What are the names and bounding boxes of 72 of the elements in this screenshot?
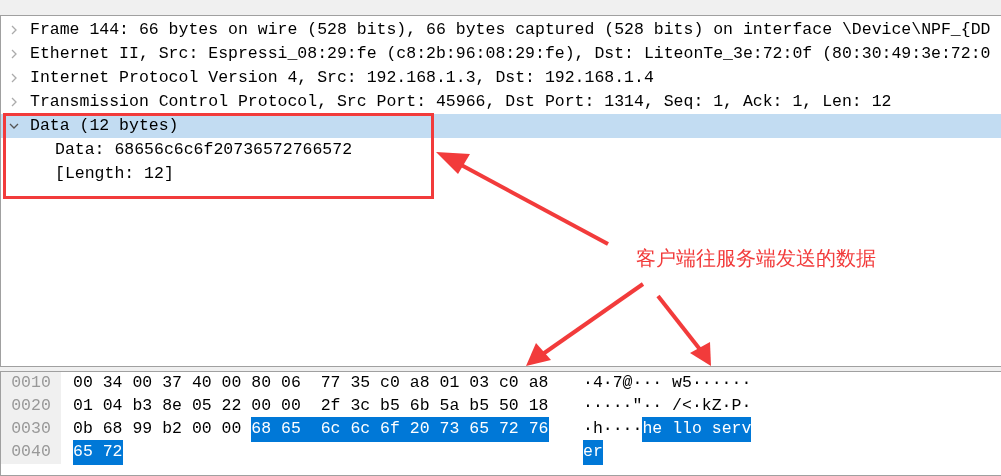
hex-byte[interactable]: 80 <box>251 371 272 396</box>
hex-byte[interactable]: 65 <box>73 440 103 465</box>
tree-label: Transmission Control Protocol, Src Port: 45966, Dst Port: 1314, Seq: 1, Ack: 1, Len: 12 <box>30 90 892 113</box>
hex-byte[interactable]: b5 <box>469 394 490 419</box>
hex-byte[interactable]: 65 <box>469 417 499 442</box>
hex-byte[interactable]: 99 <box>132 417 153 442</box>
tree-row[interactable]: Internet Protocol Version 4, Src: 192.168.1.3, Dst: 192.168.1.4 <box>1 66 1001 90</box>
hex-byte[interactable]: 6c <box>320 417 351 442</box>
tree-label: [Length: 12] <box>55 162 174 185</box>
hex-byte[interactable]: 20 <box>409 417 440 442</box>
hex-byte[interactable]: a8 <box>528 371 549 396</box>
hex-byte[interactable]: b3 <box>132 394 153 419</box>
hex-byte[interactable]: 6b <box>409 394 430 419</box>
annotation-label: 客户端往服务端发送的数据 <box>636 245 876 272</box>
hex-byte[interactable]: 68 <box>251 417 282 442</box>
offset-label: 0020 <box>11 395 51 418</box>
tree-label: Data (12 bytes) <box>30 114 179 137</box>
hex-byte[interactable]: 76 <box>528 417 549 442</box>
hex-byte[interactable]: 72 <box>102 440 123 465</box>
hex-byte[interactable]: c0 <box>498 371 519 396</box>
tree-label: Internet Protocol Version 4, Src: 192.168.1.3, Dst: 192.168.1.4 <box>30 66 654 89</box>
hex-byte[interactable]: 18 <box>528 394 549 419</box>
tree-row[interactable]: Transmission Control Protocol, Src Port: 45966, Dst Port: 1314, Seq: 1, Ack: 1, Len: 12 <box>1 90 1001 114</box>
hex-byte[interactable]: 00 <box>132 371 153 396</box>
hex-byte[interactable]: 68 <box>102 417 123 442</box>
hex-byte[interactable]: 00 <box>191 417 212 442</box>
hex-byte[interactable]: 04 <box>102 394 123 419</box>
hex-byte[interactable]: 01 <box>439 371 460 396</box>
ascii-text[interactable]: ·····"·· /<·kZ·P· <box>583 394 752 419</box>
hex-byte[interactable]: 2f <box>320 394 341 419</box>
hex-byte[interactable]: 34 <box>102 371 123 396</box>
hex-byte[interactable]: 00 <box>221 371 242 396</box>
hex-byte[interactable]: 5a <box>439 394 460 419</box>
ascii-text[interactable]: ·h···· <box>583 417 643 442</box>
hex-byte[interactable]: b5 <box>380 394 400 419</box>
ascii-text[interactable]: er <box>583 440 603 465</box>
tree-label: Data: 68656c6c6f20736572766572 <box>55 138 353 161</box>
hex-byte[interactable]: 40 <box>191 371 212 396</box>
hex-byte[interactable]: 72 <box>498 417 529 442</box>
hex-byte[interactable]: 05 <box>191 394 212 419</box>
hex-byte[interactable]: 03 <box>469 371 490 396</box>
hex-byte[interactable]: a8 <box>409 371 430 396</box>
hex-byte[interactable]: 8e <box>162 394 182 419</box>
chevron-down-icon[interactable] <box>8 121 19 131</box>
hex-byte[interactable]: 00 <box>251 394 272 419</box>
hex-byte[interactable]: 6f <box>380 417 410 442</box>
arrow <box>656 294 711 366</box>
hex-byte[interactable]: 35 <box>350 371 371 396</box>
ascii-text[interactable]: he llo serv <box>642 417 752 442</box>
hex-byte[interactable]: 37 <box>162 371 182 396</box>
offset-label: 0030 <box>11 418 51 441</box>
hex-byte[interactable]: 00 <box>221 417 242 442</box>
hex-byte[interactable]: b2 <box>162 417 182 442</box>
hex-byte[interactable]: 06 <box>281 371 301 396</box>
hex-byte[interactable]: c0 <box>380 371 400 396</box>
tree-row[interactable]: Data (12 bytes) <box>1 114 1001 138</box>
hex-byte[interactable]: 77 <box>320 371 341 396</box>
hex-byte[interactable]: 6c <box>350 417 381 442</box>
ascii-text[interactable]: ·4·7@··· w5······ <box>583 371 752 396</box>
hex-byte[interactable]: 22 <box>221 394 242 419</box>
hex-byte[interactable]: 73 <box>439 417 470 442</box>
tree-row[interactable]: [Length: 12] <box>1 162 1001 186</box>
hex-byte[interactable]: 00 <box>281 394 301 419</box>
hex-byte[interactable]: 00 <box>73 371 93 396</box>
hex-byte[interactable]: 0b <box>73 417 93 442</box>
hex-byte[interactable]: 01 <box>73 394 93 419</box>
offset-label: 0040 <box>11 441 51 464</box>
hex-byte[interactable]: 3c <box>350 394 371 419</box>
hex-byte[interactable]: 50 <box>498 394 519 419</box>
tree-row[interactable]: Data: 68656c6c6f20736572766572 <box>1 138 1001 162</box>
offset-label: 0010 <box>11 372 51 395</box>
hex-byte[interactable]: 65 <box>281 417 321 442</box>
